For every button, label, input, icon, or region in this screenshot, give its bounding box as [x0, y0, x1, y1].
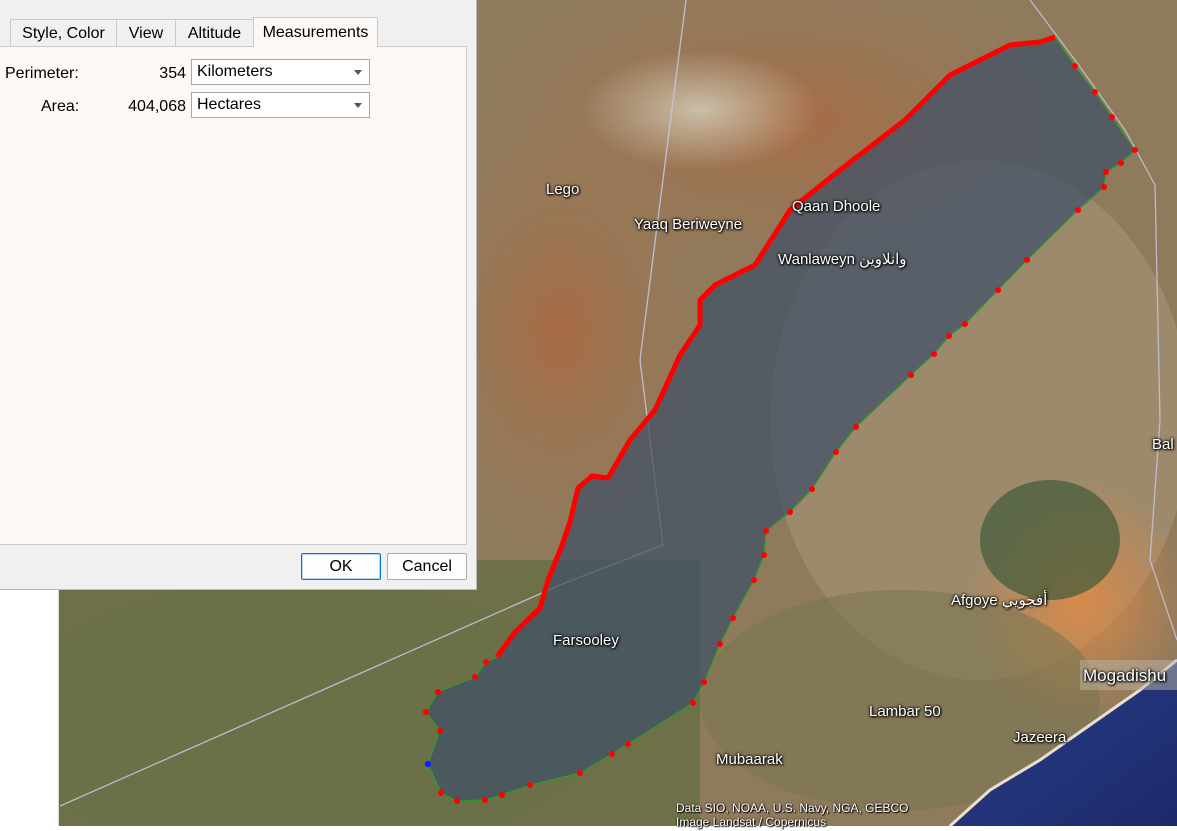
- perimeter-unit-select[interactable]: Kilometers: [191, 59, 370, 85]
- area-value: 404,068: [128, 98, 186, 115]
- tab-altitude[interactable]: Altitude: [175, 19, 254, 46]
- place-label: Lego: [546, 181, 580, 198]
- area-label: Area:: [41, 98, 80, 115]
- place-label: Bal: [1152, 436, 1174, 453]
- place-label: Jazeera: [1013, 729, 1067, 746]
- place-label: Wanlaweyn وانلاوين: [778, 251, 907, 268]
- tab-measurements[interactable]: Measurements: [253, 17, 378, 47]
- sidebar-gap: [0, 590, 59, 826]
- tab-style-color[interactable]: Style, Color: [10, 19, 117, 46]
- place-label: Afgoye أفجويي: [951, 592, 1048, 609]
- perimeter-unit-value: Kilometers: [197, 63, 273, 80]
- place-label: Farsooley: [553, 632, 619, 649]
- place-label: Lambar 50: [869, 703, 941, 720]
- place-label: Qaan Dhoole: [792, 198, 881, 215]
- area-unit-select[interactable]: Hectares: [191, 92, 370, 118]
- credit-line: Image Landsat / Copernicus: [676, 815, 827, 829]
- cancel-button[interactable]: Cancel: [387, 553, 467, 580]
- chevron-down-icon: [354, 70, 362, 75]
- imagery-credits: Data SIO, NOAA, U.S. Navy, NGA, GEBCO Im…: [676, 801, 909, 829]
- perimeter-value: 354: [159, 65, 186, 82]
- area-unit-value: Hectares: [197, 96, 262, 113]
- polygon-properties-dialog: Style, Color View Altitude Measurements …: [0, 0, 477, 590]
- credit-line: Data SIO, NOAA, U.S. Navy, NGA, GEBCO: [676, 801, 909, 815]
- ok-button[interactable]: OK: [301, 553, 381, 580]
- perimeter-label: Perimeter:: [5, 65, 79, 82]
- place-label: Mogadishu: [1083, 666, 1167, 685]
- place-label: Mubaarak: [716, 751, 783, 768]
- chevron-down-icon: [354, 103, 362, 108]
- place-label: Yaaq Beriweyne: [634, 216, 743, 233]
- tab-bar: Style, Color View Altitude Measurements: [0, 17, 477, 47]
- measurements-panel: Perimeter: 354 Kilometers Area: 404,068 …: [0, 46, 467, 545]
- tab-view[interactable]: View: [116, 19, 176, 46]
